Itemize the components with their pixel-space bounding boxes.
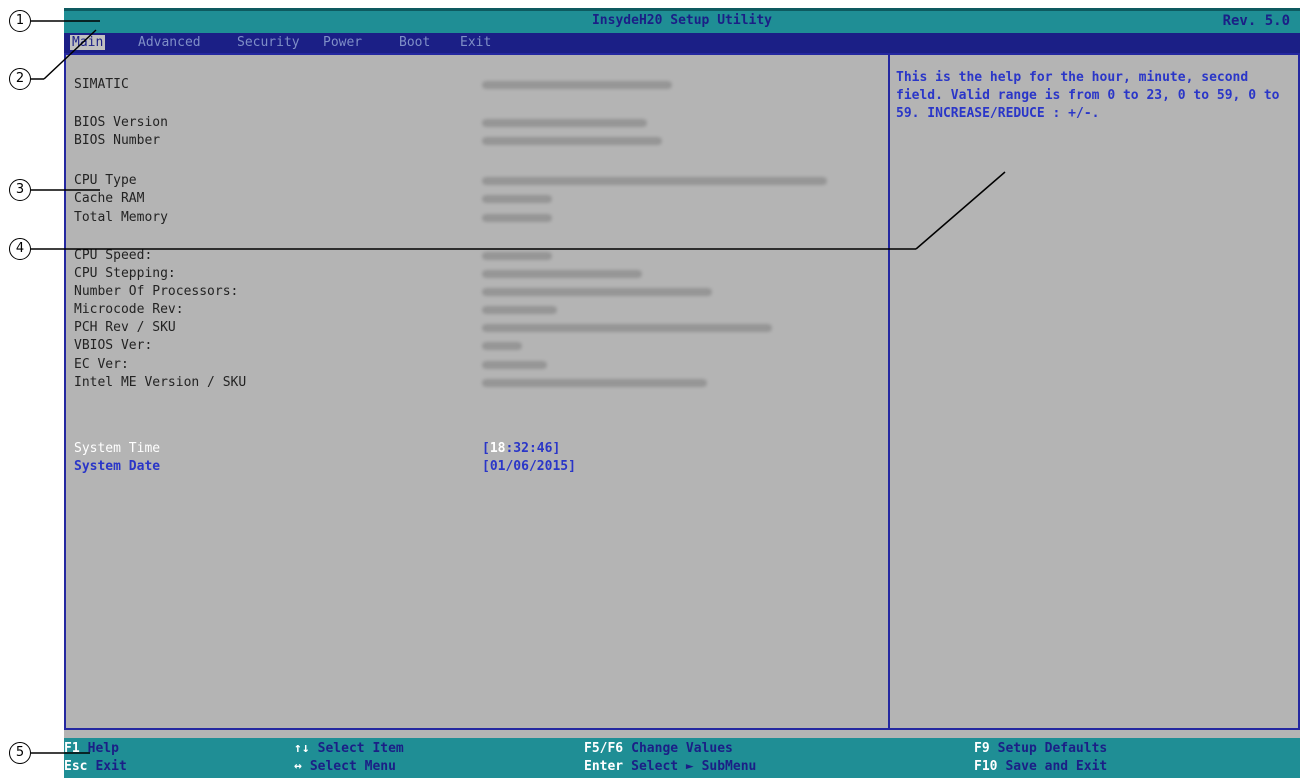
callout-5: 5 [9, 742, 31, 764]
callout-1: 1 [9, 10, 31, 32]
callout-lines [31, 20, 1006, 754]
callout-3: 3 [9, 179, 31, 201]
callout-4: 4 [9, 238, 31, 260]
callout-2: 2 [9, 68, 31, 90]
